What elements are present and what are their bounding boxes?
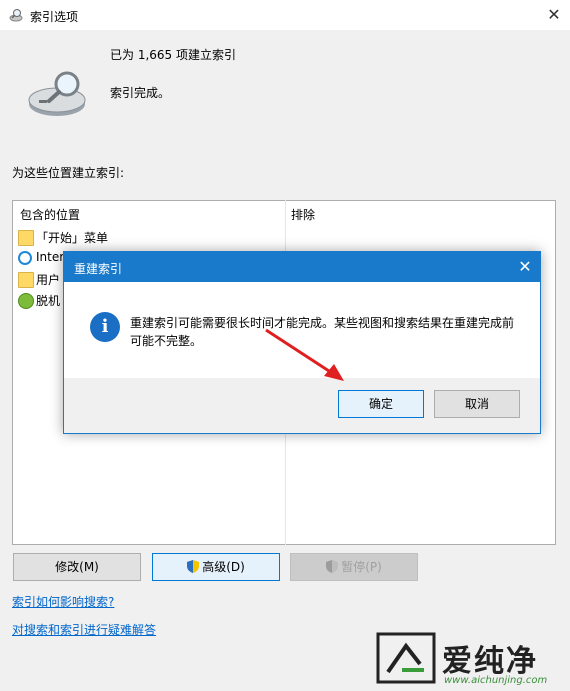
- ok-button[interactable]: 确定: [338, 390, 424, 418]
- list-item-label: Inter: [36, 250, 65, 264]
- pause-button-label: 暂停(P): [341, 560, 382, 574]
- how-indexing-affects-search-link[interactable]: 索引如何影响搜索?: [12, 593, 114, 610]
- indexed-count-text: 已为 1,665 项建立索引: [110, 48, 236, 62]
- dialog-close-button[interactable]: ✕: [510, 252, 540, 282]
- window-close-button[interactable]: ✕: [540, 2, 568, 28]
- advanced-button[interactable]: 高级(D): [152, 553, 280, 581]
- uac-shield-icon: [326, 560, 339, 573]
- annotation-arrow-icon: [265, 328, 344, 381]
- window-title: 索引选项: [30, 10, 79, 24]
- info-icon: i: [90, 312, 120, 342]
- troubleshoot-search-link[interactable]: 对搜索和索引进行疑难解答: [12, 621, 156, 638]
- list-item-label: 用户: [36, 273, 61, 287]
- indexing-drive-icon: [28, 71, 86, 116]
- column-header-excluded[interactable]: 排除: [291, 206, 315, 223]
- advanced-button-label: 高级(D): [202, 560, 245, 574]
- pause-button[interactable]: 暂停(P): [290, 553, 418, 581]
- watermark-logo: [376, 632, 436, 684]
- locations-label: 为这些位置建立索引:: [12, 166, 125, 180]
- uac-shield-icon: [187, 560, 200, 573]
- window-titlebar: [0, 0, 570, 30]
- indexing-status-text: 索引完成。: [110, 86, 171, 100]
- list-item-label: 「开始」菜单: [36, 231, 109, 245]
- dialog-titlebar: 重建索引 ✕: [64, 252, 540, 282]
- modify-button[interactable]: 修改(M): [13, 553, 141, 581]
- folder-icon: [18, 272, 34, 288]
- offline-files-icon: [18, 293, 34, 309]
- internet-explorer-icon: [18, 251, 32, 265]
- cancel-button[interactable]: 取消: [434, 390, 520, 418]
- column-header-included[interactable]: 包含的位置: [20, 206, 80, 223]
- watermark-text: 爱纯净: [442, 644, 538, 679]
- list-item-label: 脱机: [36, 294, 61, 308]
- watermark-url: www.aichunjing.com: [444, 675, 548, 686]
- folder-icon: [18, 230, 34, 246]
- dialog-title: 重建索引: [74, 262, 123, 276]
- indexing-options-icon: [9, 9, 23, 22]
